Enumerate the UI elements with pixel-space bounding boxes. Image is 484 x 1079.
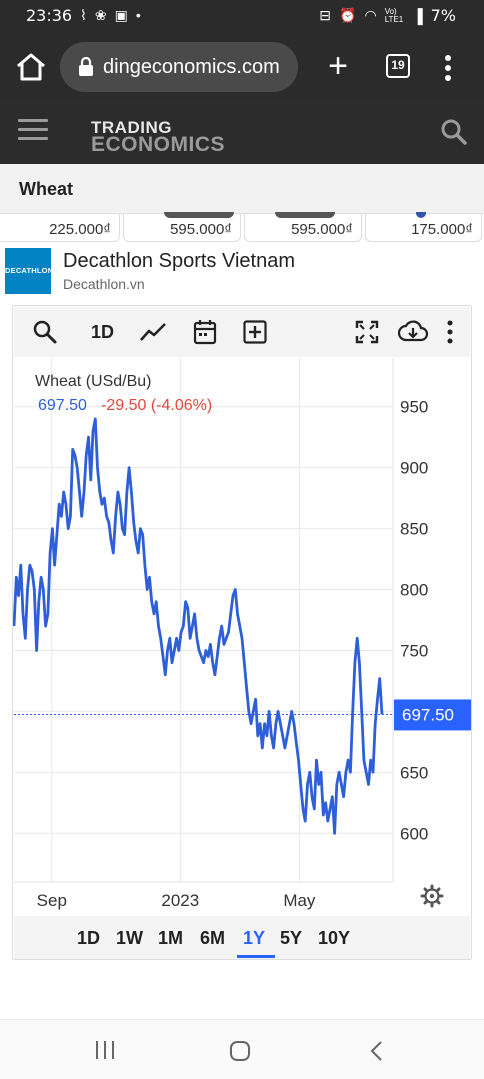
image-icon: ▣	[114, 7, 128, 23]
y-tick-label: 650	[400, 763, 428, 782]
y-tick-label: 950	[400, 398, 428, 417]
y-tick-label: 850	[400, 520, 428, 539]
browser-toolbar: dingeconomics.com + 19	[0, 32, 484, 102]
status-bar: 23:36 ⌇ ❀ ▣ • ⊟ ⏰ ◠ Vo) LTE1 ▐ 7%	[0, 0, 484, 32]
price-change: -29.50 (-4.06%)	[101, 397, 212, 414]
last-value: 697.50	[38, 397, 87, 414]
ad-product-card[interactable]: 595.000₫	[123, 212, 241, 242]
fullscreen-icon[interactable]	[355, 319, 379, 345]
y-tick-label: 800	[400, 581, 428, 600]
chart-toolbar: 1D	[14, 307, 470, 357]
menu-icon[interactable]	[18, 119, 48, 141]
ad-price: 175.000₫	[411, 221, 473, 238]
ad-title[interactable]: Decathlon Sports Vietnam	[63, 250, 295, 273]
chart-type-icon[interactable]	[140, 319, 166, 345]
wifi-icon: ◠	[364, 7, 377, 23]
ad-price: 595.000₫	[170, 221, 232, 238]
ad-product-strip: 225.000₫ 595.000₫ 595.000₫ 175.000₫	[0, 212, 484, 244]
page-title: Wheat	[19, 179, 73, 199]
period-5y[interactable]: 5Y	[280, 928, 302, 949]
system-navigation-bar	[0, 1019, 484, 1079]
period-selector: 1D 1W 1M 6M 1Y 5Y 10Y	[14, 916, 470, 959]
dot-icon: •	[135, 7, 141, 23]
y-tick-label: 750	[400, 641, 428, 660]
new-tab-button[interactable]: +	[322, 48, 354, 84]
alarm-icon: ⏰	[339, 7, 357, 23]
add-indicator-icon[interactable]	[243, 319, 267, 345]
search-icon[interactable]	[440, 118, 468, 146]
decathlon-logo[interactable]: DECATHLON	[5, 248, 53, 294]
active-period-indicator	[237, 955, 275, 958]
site-logo-line2[interactable]: ECONOMICS	[91, 133, 225, 157]
search-icon[interactable]	[32, 319, 58, 345]
price-chart[interactable]: 950900850800750700650600 Sep2023May 697.…	[13, 358, 471, 914]
notification-icons: ⌇ ❀ ▣ •	[80, 7, 141, 24]
y-axis-labels: 950900850800750700650600	[400, 398, 428, 844]
x-tick-label: May	[283, 891, 316, 910]
ad-product-card[interactable]: 225.000₫	[0, 214, 120, 242]
battery-level: 7%	[430, 6, 456, 25]
ad-product-card[interactable]: 175.000₫	[365, 212, 482, 242]
price-series-line	[13, 417, 384, 835]
product-image	[275, 212, 335, 218]
browser-menu-icon[interactable]	[438, 52, 458, 84]
x-tick-label: 2023	[161, 891, 199, 910]
product-image	[416, 212, 426, 218]
calendar-icon[interactable]	[193, 319, 217, 345]
url-text: dingeconomics.com	[103, 56, 280, 78]
period-1d[interactable]: 1D	[77, 928, 100, 949]
ad-domain[interactable]: Decathlon.vn	[63, 276, 145, 292]
last-price-tag-text: 697.50	[402, 705, 454, 724]
system-icons: ⊟ ⏰ ◠ Vo) LTE1 ▐ 7%	[319, 6, 456, 25]
volte-icon: Vo) LTE1	[384, 6, 404, 24]
more-options-icon[interactable]	[444, 319, 456, 345]
period-6m[interactable]: 6M	[200, 928, 225, 949]
y-tick-label: 900	[400, 459, 428, 478]
y-tick-label: 600	[400, 824, 428, 843]
signal-wave-icon: ⌇	[80, 7, 87, 23]
site-header: TRADING ECONOMICS	[0, 102, 484, 164]
lock-icon	[79, 57, 93, 76]
ad-price: 595.000₫	[291, 221, 353, 238]
settings-icon[interactable]	[420, 884, 444, 908]
last-price-tag: 697.50	[394, 699, 471, 731]
chart-title: Wheat (USd/Bu)	[35, 373, 151, 390]
recent-apps-icon[interactable]	[94, 1040, 116, 1060]
period-1m[interactable]: 1M	[158, 928, 183, 949]
bed-icon: ⊟	[319, 7, 332, 23]
pinwheel-icon: ❀	[94, 7, 107, 23]
product-image	[164, 212, 234, 218]
period-10y[interactable]: 10Y	[318, 928, 350, 949]
x-axis-labels: Sep 2023 May	[37, 891, 316, 910]
ad-product-card[interactable]: 595.000₫	[244, 212, 362, 242]
home-icon[interactable]	[14, 50, 48, 84]
back-nav-icon[interactable]	[368, 1040, 384, 1062]
clock: 23:36	[26, 6, 73, 25]
tab-switcher-button[interactable]: 19	[386, 54, 410, 78]
period-1w[interactable]: 1W	[116, 928, 143, 949]
interval-button[interactable]: 1D	[91, 319, 114, 345]
ad-price: 225.000₫	[49, 221, 111, 238]
chart-widget: 1D 95090085080075070065060	[12, 305, 472, 960]
period-1y[interactable]: 1Y	[243, 928, 265, 949]
home-nav-icon[interactable]	[229, 1040, 251, 1062]
page-title-bar: Wheat	[0, 164, 484, 214]
signal-icon: ▐	[412, 7, 423, 24]
address-bar[interactable]: dingeconomics.com	[60, 42, 298, 92]
x-tick-label: Sep	[37, 891, 67, 910]
download-icon[interactable]	[398, 319, 428, 345]
